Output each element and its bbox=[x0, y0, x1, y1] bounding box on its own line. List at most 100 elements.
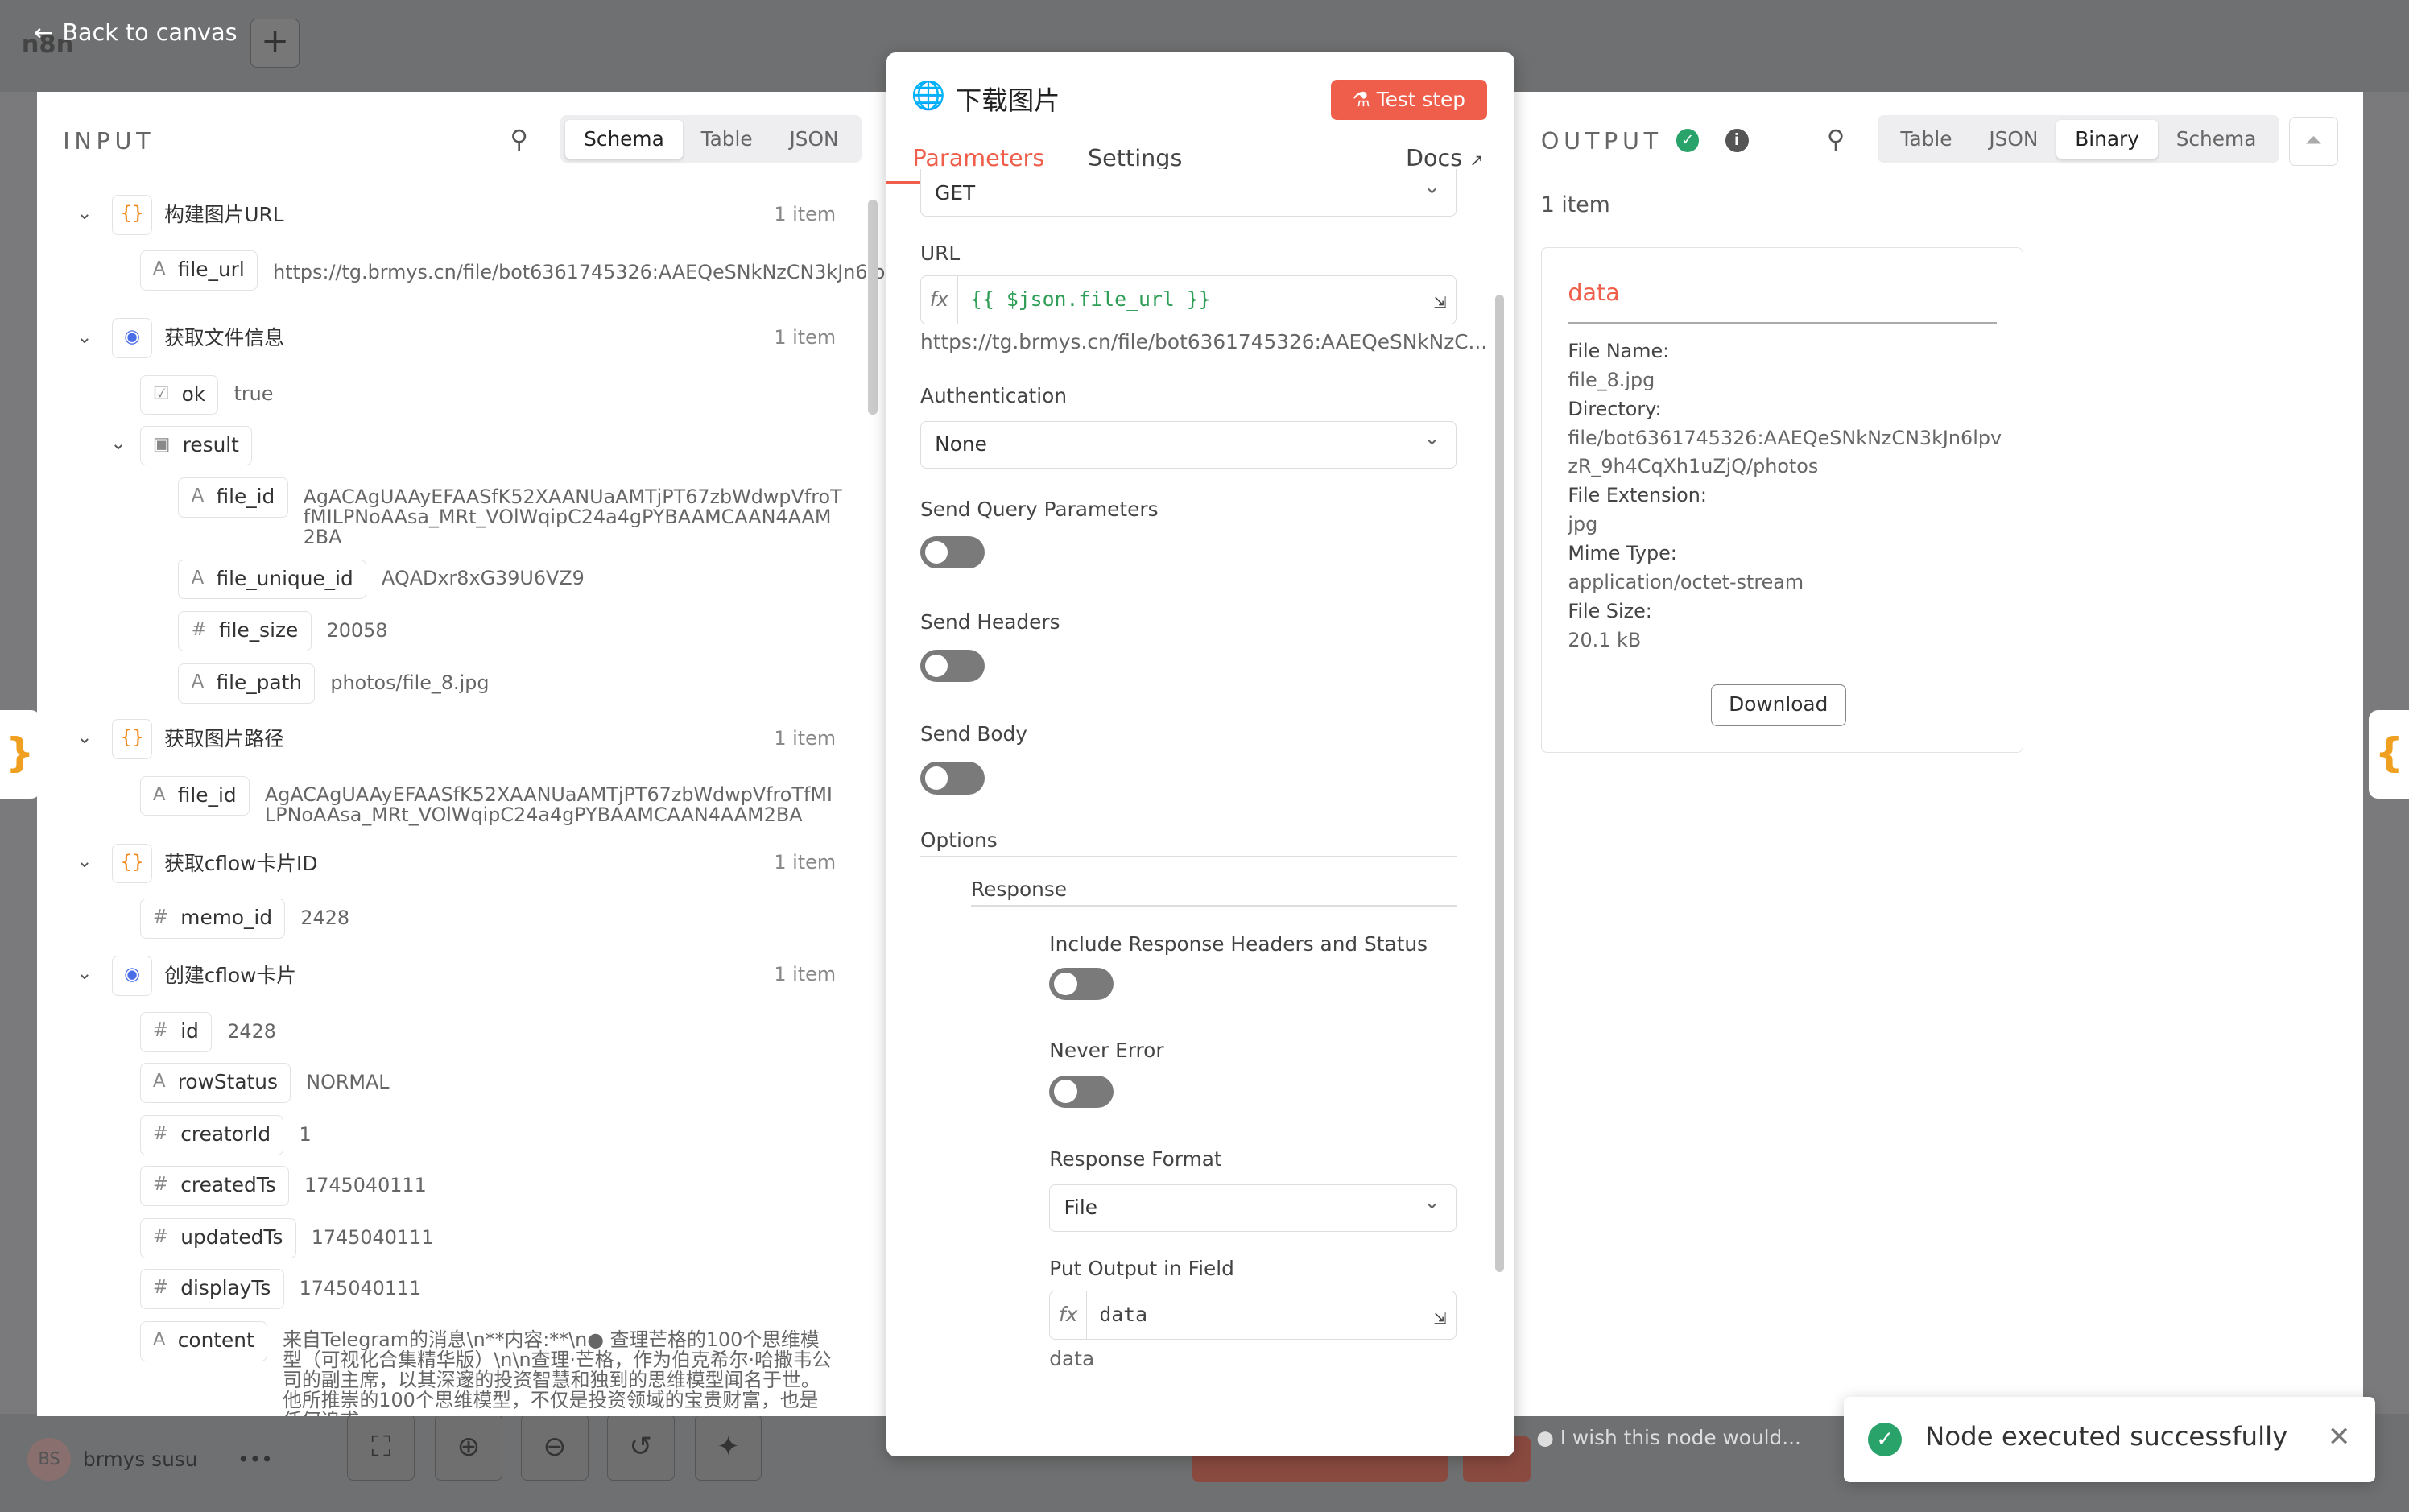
schema-group[interactable]: {} 构建图片URL bbox=[112, 195, 284, 235]
view-json[interactable]: JSON bbox=[1970, 120, 2056, 159]
close-icon[interactable]: ✕ bbox=[2328, 1421, 2351, 1453]
send-query-toggle[interactable] bbox=[920, 535, 986, 569]
include-headers-toggle[interactable] bbox=[1049, 968, 1114, 1001]
cube-icon: ▣ bbox=[152, 433, 171, 455]
reset-icon[interactable]: ↺ bbox=[606, 1413, 675, 1481]
binary-meta: File Name: file_8.jpg Directory: file/bot6… bbox=[1568, 339, 2002, 651]
output-field-input[interactable]: fx data ⇲ bbox=[1049, 1290, 1457, 1340]
tidy-icon[interactable]: ✦ bbox=[694, 1413, 762, 1481]
view-table[interactable]: Table bbox=[1882, 120, 1971, 159]
string-icon: A bbox=[191, 485, 205, 507]
binary-card: data File Name: file_8.jpg Directory: file… bbox=[1540, 247, 2024, 753]
send-headers-toggle[interactable] bbox=[920, 650, 986, 683]
toast-notification: ✓ Node executed successfully ✕ bbox=[1843, 1396, 2376, 1483]
schema-field[interactable]: # creatorId 1 bbox=[139, 1115, 312, 1155]
url-input[interactable]: fx{{ $json.file_url }} ⇲ bbox=[920, 275, 1457, 324]
schema-field[interactable]: Afile_unique_id AQADxr8xG39U6VZ9 bbox=[178, 559, 585, 600]
view-table[interactable]: Table bbox=[683, 120, 771, 159]
chevron-down-icon[interactable]: ⌄ bbox=[76, 203, 92, 224]
input-panel: INPUT ⚲ Schema Table JSON ⌄ {} 构建图片URL 1 … bbox=[36, 92, 1240, 1417]
schema-field[interactable]: Acontent 来自Telegram的消息\n**内容:**\n● 查理芒格的1… bbox=[139, 1321, 835, 1416]
number-icon: # bbox=[152, 1123, 169, 1145]
view-schema[interactable]: Schema bbox=[565, 119, 683, 159]
feedback-link[interactable]: ● I wish this node would... bbox=[1536, 1426, 1801, 1449]
tab-settings[interactable]: Settings bbox=[1088, 144, 1182, 171]
schema-field[interactable]: Afile_url https://tg.brmys.cn/file/bot636… bbox=[139, 250, 1240, 291]
expand-icon[interactable]: ⇲ bbox=[1434, 1310, 1447, 1328]
checkbox-icon: ☑ bbox=[152, 382, 170, 404]
item-count: 1 item bbox=[774, 963, 837, 986]
schema-field[interactable]: Afile_path photos/file_8.jpg bbox=[178, 663, 489, 704]
auth-label: Authentication bbox=[920, 384, 1068, 408]
left-brace-icon[interactable]: } bbox=[0, 709, 40, 799]
zoom-in-icon[interactable]: ⊕ bbox=[435, 1413, 502, 1481]
number-icon: # bbox=[152, 1277, 169, 1299]
globe-icon: ◉ bbox=[112, 955, 152, 996]
chevron-down-icon[interactable]: ⌄ bbox=[76, 327, 92, 348]
schema-field[interactable]: ▣ result bbox=[139, 425, 268, 466]
item-count: 1 item bbox=[774, 726, 837, 750]
chevron-down-icon[interactable]: ⌄ bbox=[76, 963, 92, 984]
send-body-label: Send Body bbox=[920, 721, 1027, 746]
chevron-down-icon[interactable]: ⌄ bbox=[76, 851, 92, 872]
success-check-icon: ✓ bbox=[1676, 129, 1700, 152]
chevron-down-icon[interactable]: ⌄ bbox=[76, 727, 92, 748]
number-icon: # bbox=[152, 1226, 169, 1248]
fit-view-icon[interactable]: ⛶ bbox=[347, 1413, 415, 1481]
auth-select[interactable]: None bbox=[920, 415, 1457, 469]
node-title[interactable]: 下载图片 bbox=[956, 80, 1060, 118]
lightbulb-icon: ● bbox=[1536, 1425, 1554, 1449]
schema-field[interactable]: # createdTs 1745040111 bbox=[139, 1166, 427, 1206]
search-icon[interactable]: ⚲ bbox=[510, 126, 528, 154]
user-menu[interactable]: BS brmys susu ••• bbox=[27, 1438, 273, 1481]
options-label: Options bbox=[920, 828, 998, 852]
response-format-label: Response Format bbox=[1049, 1147, 1222, 1171]
schema-field[interactable]: Afile_id AgACAgUAAyEFAASfK52XAANUaAMTjPT6… bbox=[139, 775, 842, 825]
output-label: OUTPUT bbox=[1540, 127, 1663, 155]
chevron-down-icon[interactable]: ⌄ bbox=[110, 433, 126, 454]
search-icon[interactable]: ⚲ bbox=[1827, 126, 1845, 154]
more-icon[interactable]: ••• bbox=[238, 1448, 273, 1471]
download-button[interactable]: Download bbox=[1710, 684, 1846, 726]
avatar: BS bbox=[27, 1438, 71, 1481]
test-step-button[interactable]: ⚗ Test step bbox=[1330, 80, 1488, 120]
parameters-scrollbar[interactable] bbox=[1494, 295, 1505, 1272]
number-icon: # bbox=[191, 619, 207, 641]
schema-field[interactable]: # file_size 20058 bbox=[178, 611, 387, 652]
schema-group[interactable]: {} 获取cflow卡片ID bbox=[112, 843, 317, 884]
tab-docs[interactable]: Docs ↗ bbox=[1406, 144, 1484, 171]
add-node-button[interactable]: + bbox=[250, 18, 300, 68]
view-schema[interactable]: Schema bbox=[2158, 120, 2275, 159]
url-preview: https://tg.brmys.cn/file/bot6361745326:A… bbox=[920, 330, 1488, 354]
send-body-toggle[interactable] bbox=[920, 762, 986, 795]
object-icon: {} bbox=[112, 719, 152, 759]
zoom-out-icon[interactable]: ⊖ bbox=[520, 1413, 589, 1481]
schema-group[interactable]: ◉ 创建cflow卡片 bbox=[112, 955, 296, 996]
object-icon: {} bbox=[112, 195, 152, 235]
item-count: 1 item bbox=[774, 202, 837, 225]
right-brace-icon[interactable]: { bbox=[2369, 709, 2409, 799]
input-scrollbar[interactable] bbox=[868, 200, 878, 415]
schema-field[interactable]: # displayTs 1745040111 bbox=[139, 1269, 421, 1309]
schema-field[interactable]: ☑ ok true bbox=[139, 374, 273, 415]
schema-group[interactable]: {} 获取图片路径 bbox=[112, 719, 284, 759]
expand-icon[interactable]: ⇲ bbox=[1434, 294, 1447, 312]
view-json[interactable]: JSON bbox=[771, 120, 857, 159]
pin-icon[interactable]: ⏶ bbox=[2289, 117, 2339, 167]
string-icon: A bbox=[152, 1071, 166, 1093]
response-format-select[interactable]: File bbox=[1049, 1179, 1457, 1233]
schema-field[interactable]: # updatedTs 1745040111 bbox=[139, 1218, 433, 1258]
view-binary[interactable]: Binary bbox=[2056, 119, 2158, 159]
output-panel: OUTPUT ✓ i ⚲ Table JSON Binary Schema ⏶ … bbox=[1513, 92, 2363, 1417]
schema-group[interactable]: ◉ 获取文件信息 bbox=[112, 317, 284, 358]
schema-field[interactable]: # id 2428 bbox=[139, 1012, 276, 1053]
schema-field[interactable]: ArowStatus NORMAL bbox=[139, 1063, 390, 1104]
method-select[interactable]: GET bbox=[920, 163, 1457, 217]
back-to-canvas-button[interactable]: ← Back to canvas bbox=[34, 19, 238, 46]
toast-message: Node executed successfully bbox=[1924, 1421, 2288, 1452]
never-error-toggle[interactable] bbox=[1049, 1075, 1114, 1108]
info-icon[interactable]: i bbox=[1725, 129, 1749, 152]
schema-field[interactable]: # memo_id 2428 bbox=[139, 899, 349, 939]
schema-field[interactable]: Afile_id AgACAgUAAyEFAASfK52XAANUaAMTjPT6… bbox=[178, 477, 842, 547]
external-link-icon: ↗ bbox=[1469, 151, 1484, 171]
